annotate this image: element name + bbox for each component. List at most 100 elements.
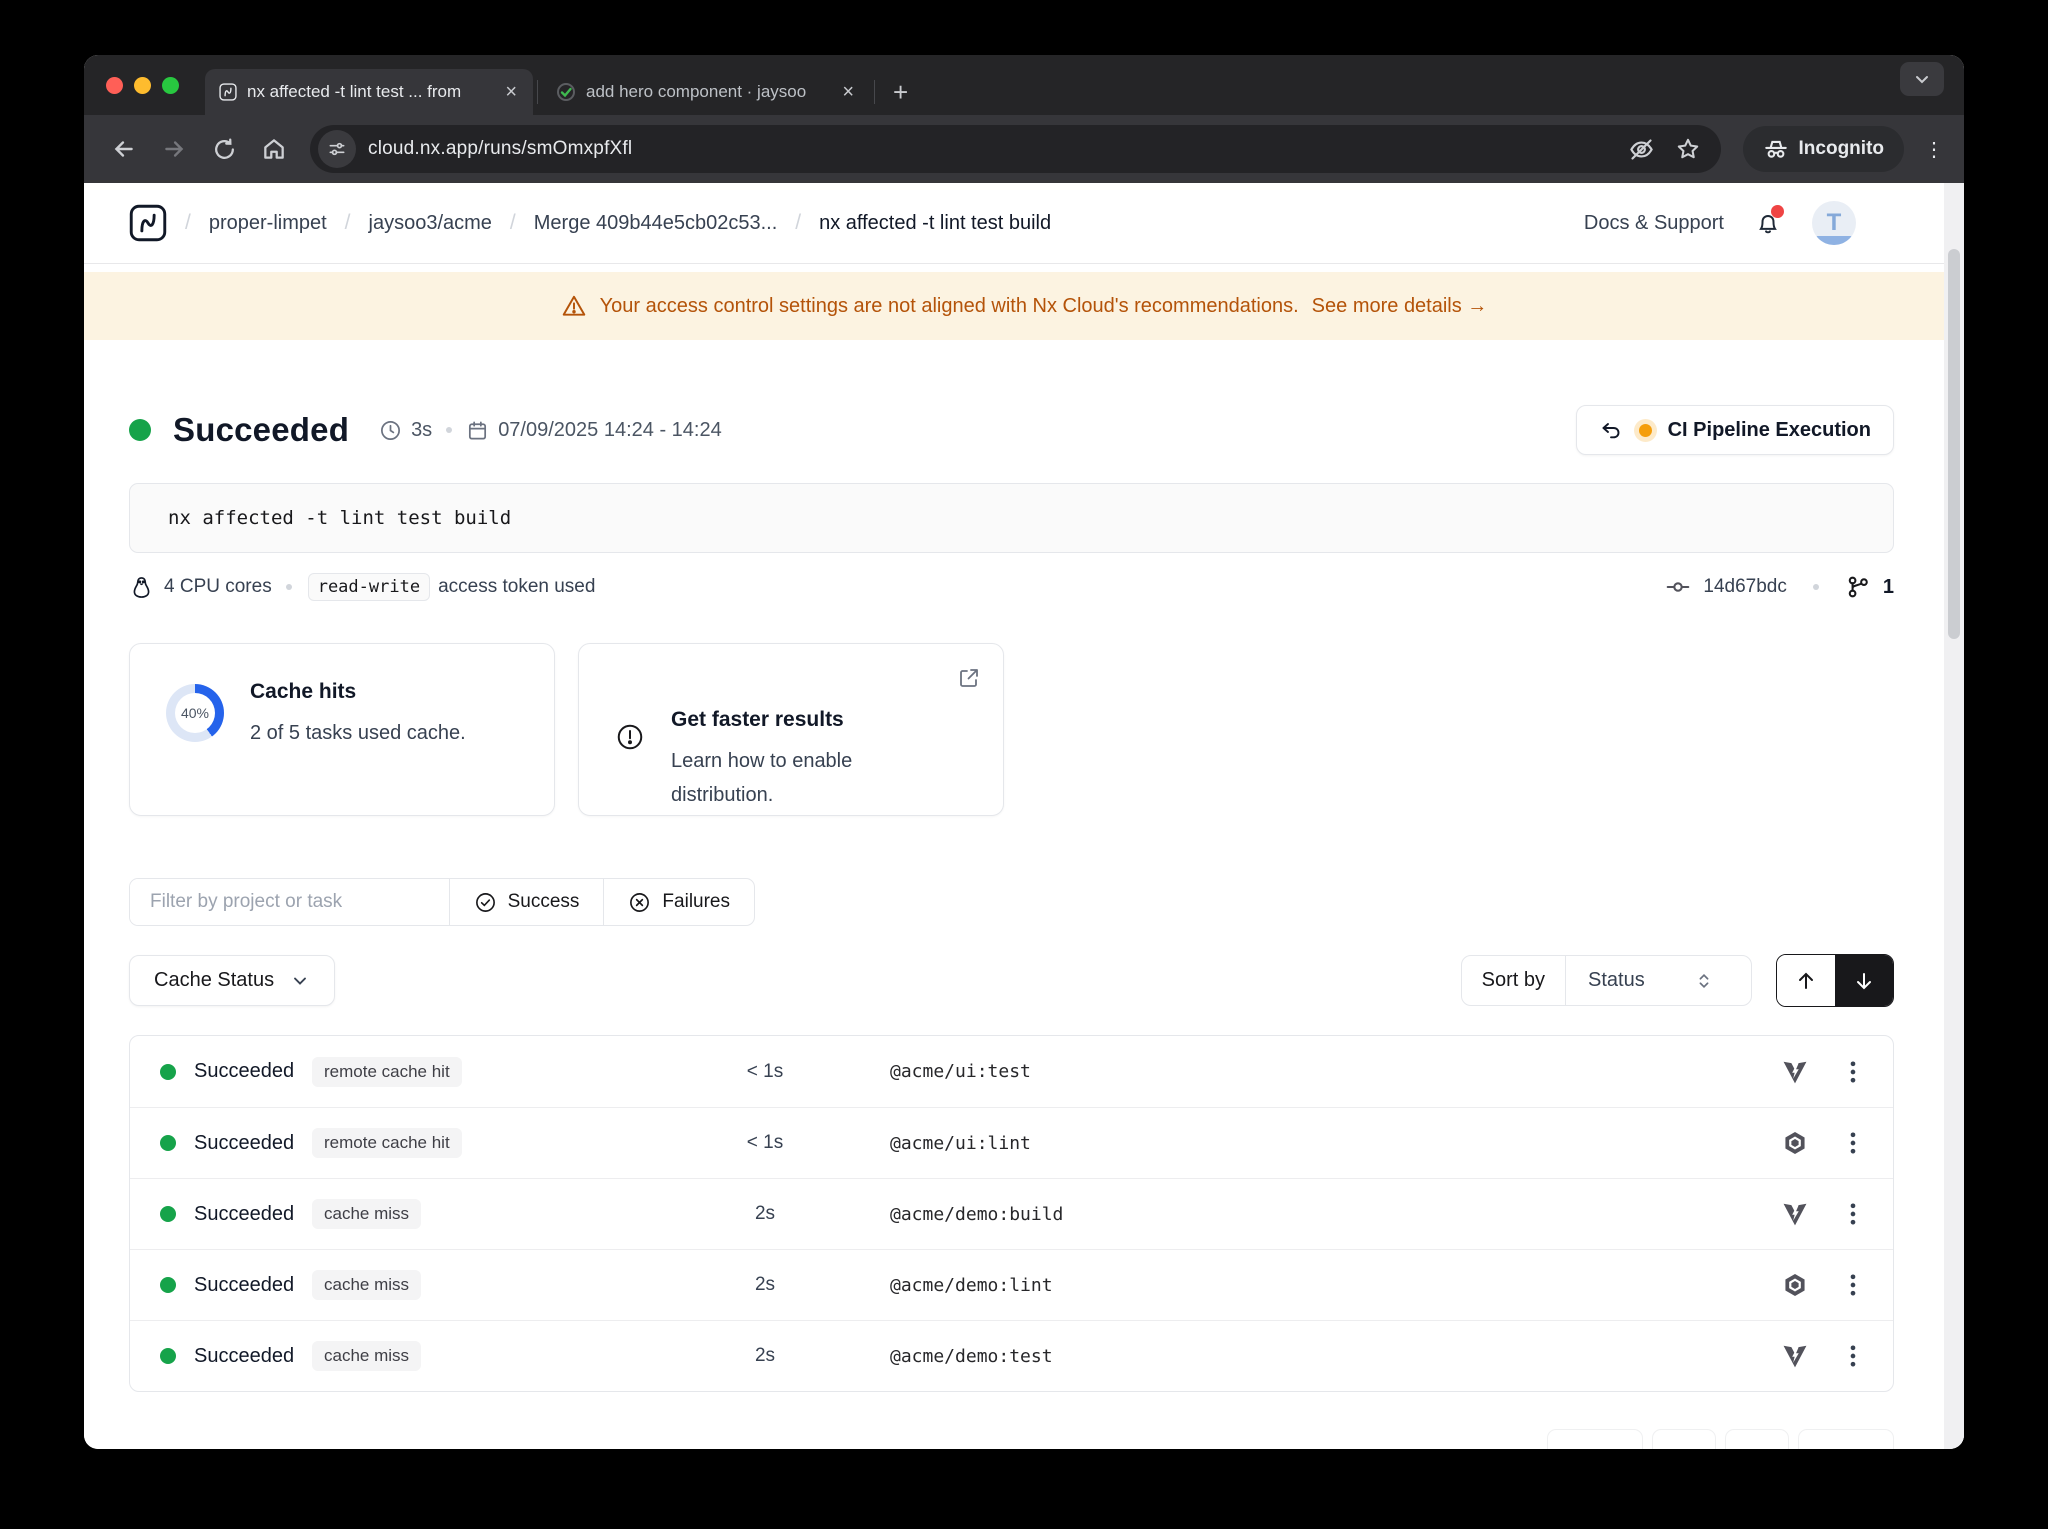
distribution-card[interactable]: Get faster results Learn how to enable d… bbox=[578, 643, 1004, 816]
git-commit-icon bbox=[1665, 574, 1691, 600]
home-button[interactable] bbox=[252, 127, 296, 171]
minimize-window-button[interactable] bbox=[134, 77, 151, 94]
filter-failures-button[interactable]: Failures bbox=[603, 879, 754, 925]
status-dot bbox=[160, 1348, 176, 1364]
pagination-button[interactable] bbox=[1798, 1429, 1894, 1449]
task-target[interactable]: @acme/demo:lint bbox=[890, 1275, 1053, 1296]
task-target[interactable]: @acme/demo:test bbox=[890, 1346, 1053, 1367]
task-target[interactable]: @acme/ui:test bbox=[890, 1061, 1031, 1082]
sort-ascending-button[interactable] bbox=[1777, 955, 1835, 1006]
cache-status-dropdown[interactable]: Cache Status bbox=[129, 955, 335, 1006]
run-meta-row: 4 CPU cores read-write access token used… bbox=[129, 573, 1894, 601]
back-arrow-icon bbox=[111, 136, 137, 162]
task-row[interactable]: Succeeded remote cache hit < 1s @acme/ui… bbox=[130, 1107, 1893, 1178]
incognito-icon bbox=[1763, 136, 1789, 162]
filter-input[interactable] bbox=[130, 879, 449, 925]
address-bar[interactable]: cloud.nx.app/runs/smOmxpfXfl bbox=[310, 125, 1721, 173]
tab-strip: nx affected -t lint test ... from × add … bbox=[84, 55, 1964, 115]
breadcrumb-repo[interactable]: jaysoo3/acme bbox=[369, 212, 492, 235]
site-settings-button[interactable] bbox=[318, 130, 356, 168]
task-target[interactable]: @acme/ui:lint bbox=[890, 1133, 1031, 1154]
task-menu-button[interactable] bbox=[1839, 1342, 1867, 1370]
task-menu-button[interactable] bbox=[1839, 1271, 1867, 1299]
tab-search-button[interactable] bbox=[1900, 62, 1944, 96]
pagination-button[interactable] bbox=[1547, 1429, 1643, 1449]
warning-icon bbox=[561, 293, 587, 319]
page: / proper-limpet / jaysoo3/acme / Merge 4… bbox=[84, 183, 1964, 1449]
close-tab-icon[interactable]: × bbox=[501, 81, 521, 104]
forward-button[interactable] bbox=[152, 127, 196, 171]
ci-pipeline-execution-button[interactable]: CI Pipeline Execution bbox=[1576, 405, 1894, 455]
back-button[interactable] bbox=[102, 127, 146, 171]
cache-status-badge: cache miss bbox=[312, 1341, 421, 1371]
page-scrollbar[interactable] bbox=[1944, 183, 1964, 1449]
banner-link[interactable]: See more details → bbox=[1312, 295, 1488, 318]
distribution-line2: distribution. bbox=[671, 784, 773, 806]
scrollbar-thumb[interactable] bbox=[1948, 249, 1960, 639]
sort-group: Sort by Status bbox=[1461, 955, 1752, 1006]
status-dot bbox=[160, 1135, 176, 1151]
eslint-icon bbox=[1781, 1271, 1809, 1299]
linux-penguin-icon bbox=[129, 575, 154, 600]
cache-hits-subtitle: 2 of 5 tasks used cache. bbox=[250, 716, 466, 750]
avatar[interactable]: T bbox=[1812, 201, 1856, 245]
access-control-banner[interactable]: Your access control settings are not ali… bbox=[84, 272, 1964, 340]
task-row[interactable]: Succeeded cache miss 2s @acme/demo:build bbox=[130, 1178, 1893, 1249]
zoom-window-button[interactable] bbox=[162, 77, 179, 94]
task-row[interactable]: Succeeded remote cache hit < 1s @acme/ui… bbox=[130, 1036, 1893, 1107]
task-menu-button[interactable] bbox=[1839, 1129, 1867, 1157]
sort-descending-button[interactable] bbox=[1835, 955, 1893, 1006]
breadcrumb-pipeline[interactable]: Merge 409b44e5cb02c53... bbox=[534, 212, 778, 235]
incognito-badge: Incognito bbox=[1743, 126, 1904, 172]
notifications-button[interactable] bbox=[1754, 209, 1782, 237]
breadcrumb-workspace[interactable]: proper-limpet bbox=[209, 212, 327, 235]
task-target[interactable]: @acme/demo:build bbox=[890, 1204, 1063, 1225]
cache-status-badge: cache miss bbox=[312, 1199, 421, 1229]
pagination-button[interactable] bbox=[1652, 1429, 1716, 1449]
filter-bar: Success Failures bbox=[129, 878, 755, 926]
task-status: Succeeded bbox=[194, 1060, 312, 1083]
task-row[interactable]: Succeeded cache miss 2s @acme/demo:lint bbox=[130, 1249, 1893, 1320]
task-duration: < 1s bbox=[710, 1132, 820, 1154]
external-link-icon bbox=[957, 666, 981, 690]
sort-value: Status bbox=[1588, 969, 1645, 992]
vitest-icon bbox=[1781, 1200, 1809, 1228]
filter-success-button[interactable]: Success bbox=[449, 879, 604, 925]
distribution-line1: Learn how to enable bbox=[671, 750, 852, 772]
breadcrumb: / proper-limpet / jaysoo3/acme / Merge 4… bbox=[129, 204, 1051, 242]
task-menu-button[interactable] bbox=[1839, 1200, 1867, 1228]
run-status-row: Succeeded 3s 07/09/2025 14:24 - 14:24 bbox=[129, 405, 1894, 455]
pagination-row bbox=[129, 1429, 1894, 1449]
close-tab-icon[interactable]: × bbox=[838, 81, 858, 104]
nx-cloud-logo[interactable] bbox=[129, 204, 167, 242]
task-status: Succeeded bbox=[194, 1274, 312, 1297]
distribution-title: Get faster results bbox=[671, 708, 852, 732]
run-duration: 3s bbox=[411, 419, 432, 442]
cache-hits-donut: 40% bbox=[166, 684, 224, 742]
commit-sha[interactable]: 14d67bdc bbox=[1703, 576, 1786, 598]
task-row[interactable]: Succeeded cache miss 2s @acme/demo:test bbox=[130, 1320, 1893, 1391]
sort-select[interactable]: Status bbox=[1565, 956, 1751, 1005]
browser-menu-button[interactable]: ⋮ bbox=[1920, 137, 1948, 162]
chevron-down-icon bbox=[290, 971, 310, 991]
bookmark-star-icon[interactable] bbox=[1675, 136, 1701, 162]
docs-support-link[interactable]: Docs & Support bbox=[1584, 212, 1724, 235]
tab-pull-request[interactable]: add hero component · jaysoo × bbox=[542, 69, 870, 115]
forward-arrow-icon bbox=[161, 136, 187, 162]
close-window-button[interactable] bbox=[106, 77, 123, 94]
url-text[interactable]: cloud.nx.app/runs/smOmxpfXfl bbox=[368, 138, 1628, 160]
task-duration: < 1s bbox=[710, 1061, 820, 1083]
banner-message: Your access control settings are not ali… bbox=[600, 295, 1299, 318]
pagination-button[interactable] bbox=[1725, 1429, 1789, 1449]
cache-status-label: Cache Status bbox=[154, 969, 274, 992]
reload-button[interactable] bbox=[202, 127, 246, 171]
x-circle-icon bbox=[628, 891, 651, 914]
tab-nx-run[interactable]: nx affected -t lint test ... from × bbox=[205, 69, 533, 115]
run-command: nx affected -t lint test build bbox=[129, 483, 1894, 553]
sort-direction-toggle bbox=[1776, 954, 1894, 1007]
task-menu-button[interactable] bbox=[1839, 1058, 1867, 1086]
branch-count: 1 bbox=[1883, 576, 1894, 599]
eye-off-icon[interactable] bbox=[1628, 136, 1655, 163]
check-circle-icon bbox=[474, 891, 497, 914]
new-tab-button[interactable]: + bbox=[879, 69, 922, 115]
